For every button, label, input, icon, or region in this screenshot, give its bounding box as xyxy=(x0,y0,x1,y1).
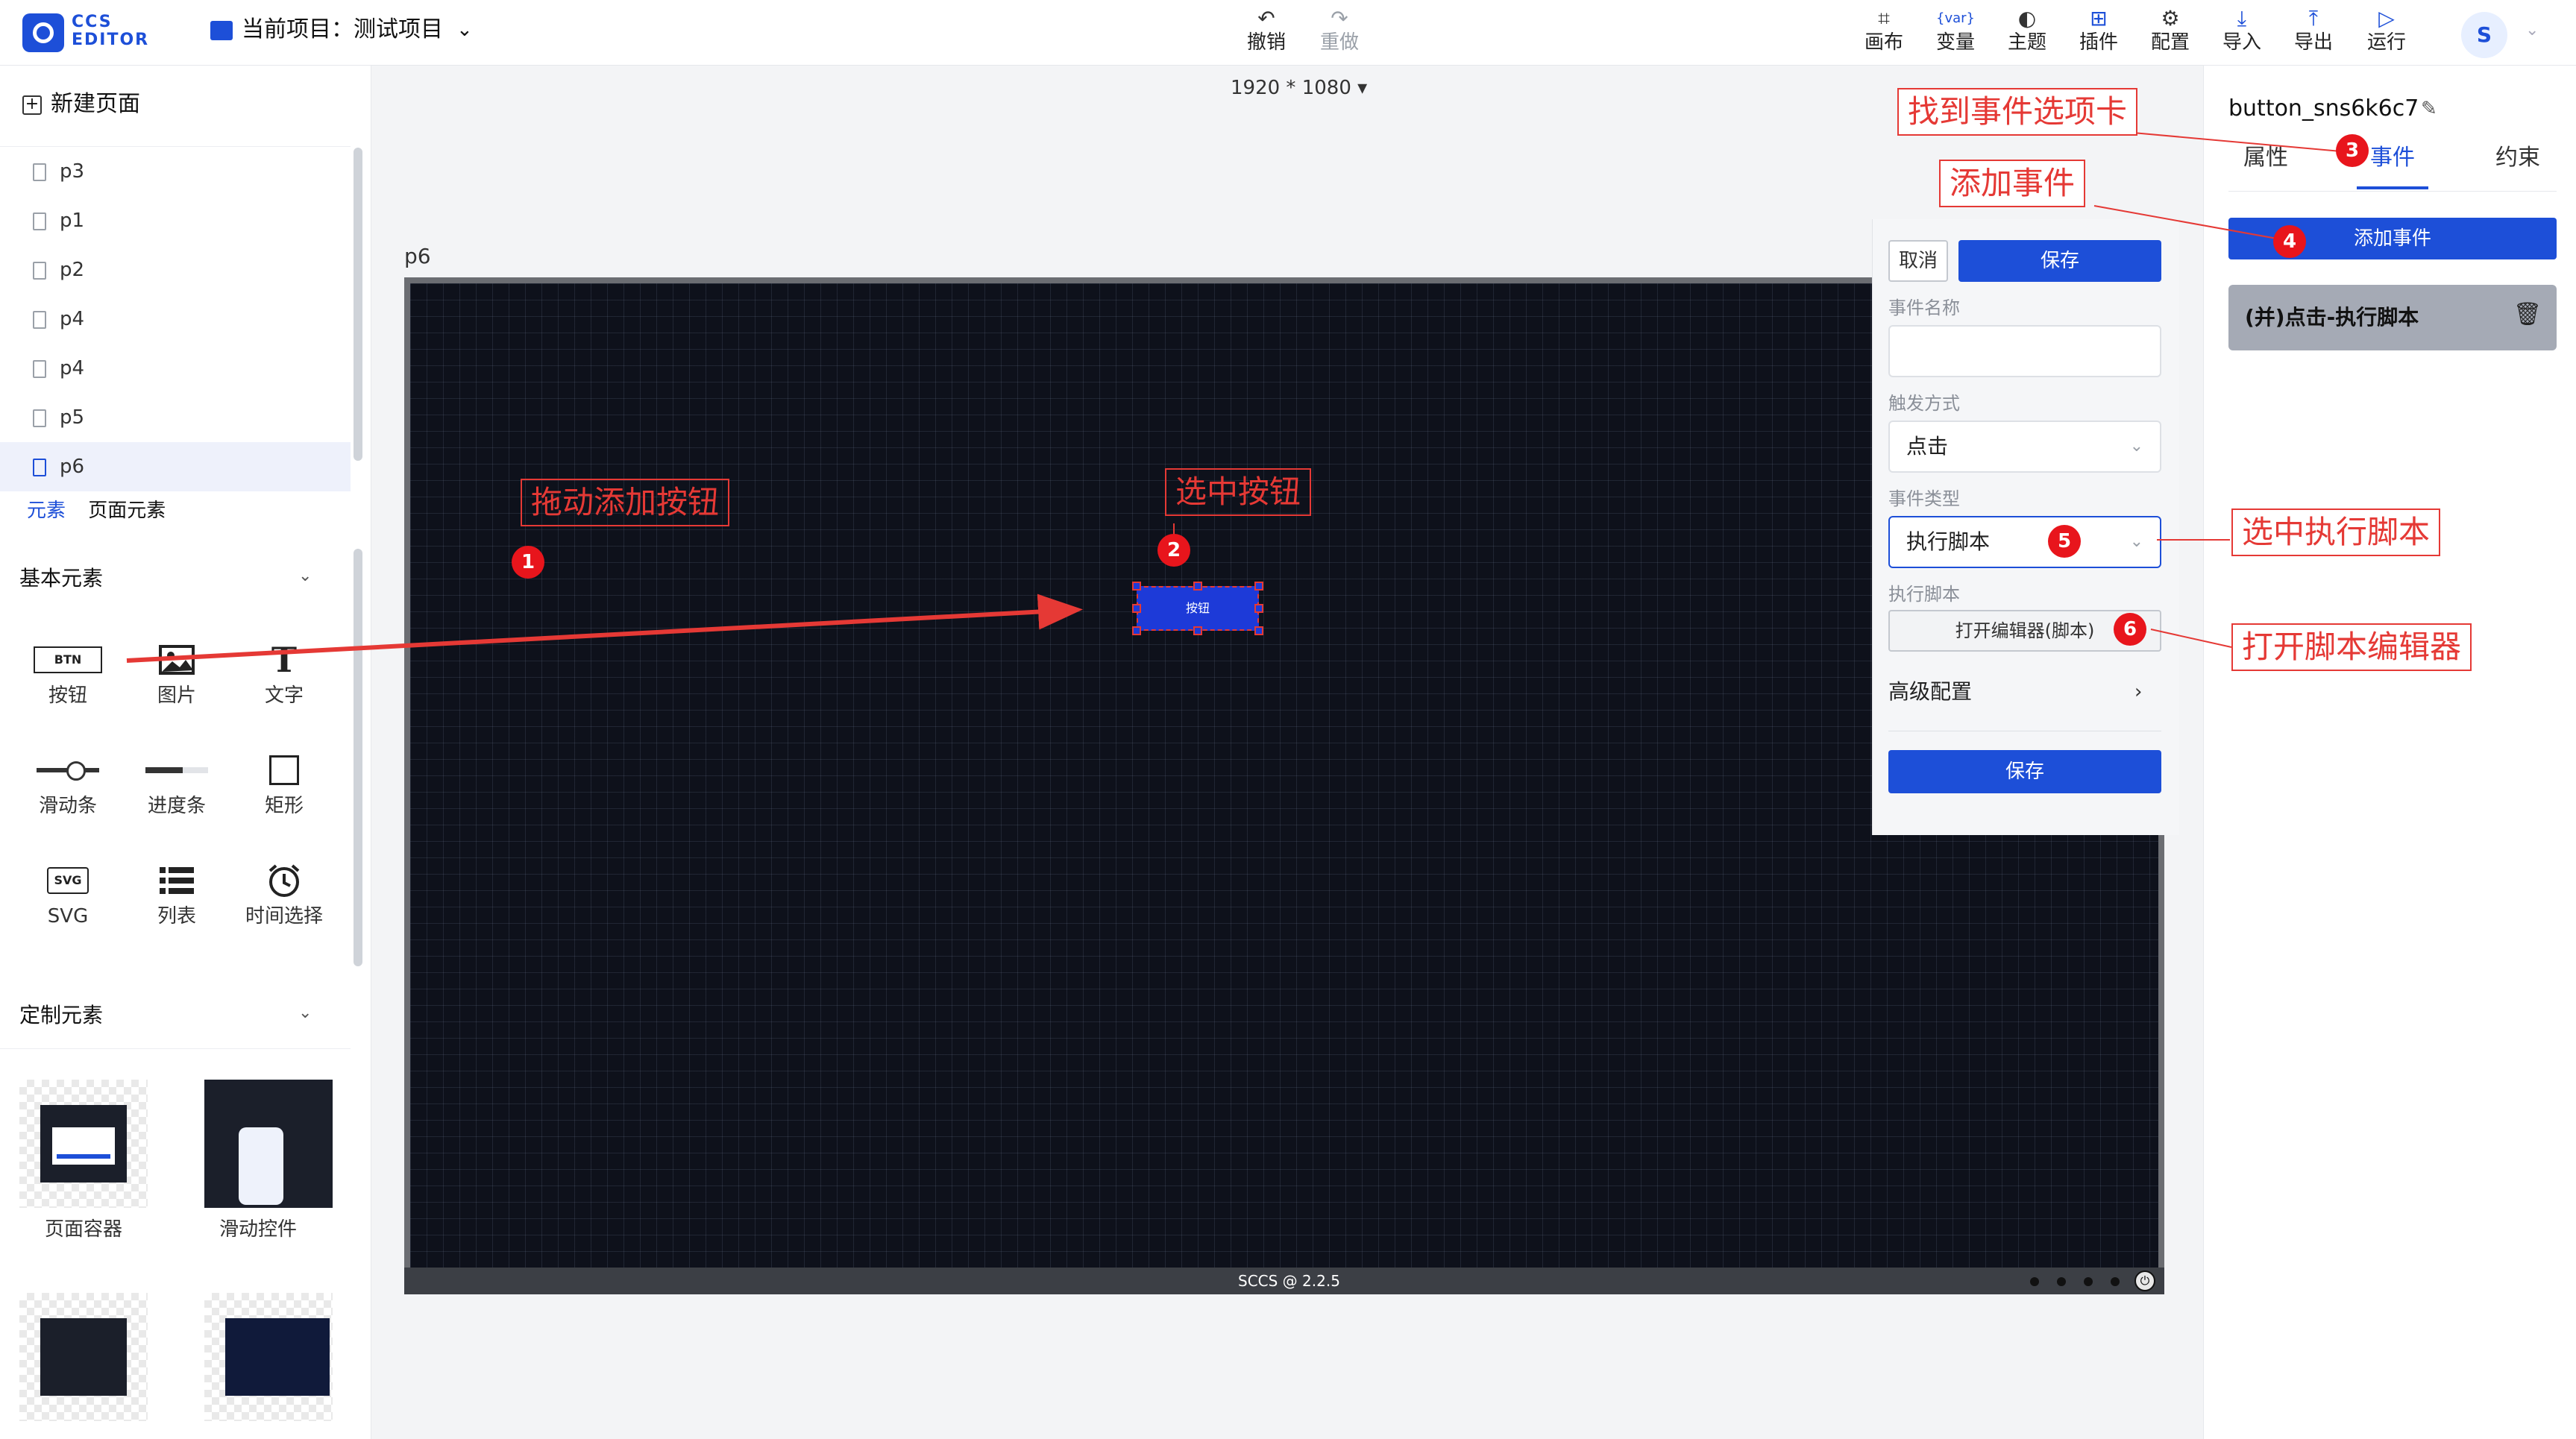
annotation-step2: 选中按钮 xyxy=(1165,468,1312,516)
step4-badge: 4 xyxy=(2273,225,2306,258)
step4-leader xyxy=(2093,205,2286,241)
annotation-step4: 添加事件 xyxy=(1939,160,2086,207)
step3-badge: 3 xyxy=(2336,134,2369,167)
annotation-step3: 找到事件选项卡 xyxy=(1897,88,2138,136)
step6-badge: 6 xyxy=(2114,613,2146,646)
annotation-step5: 选中执行脚本 xyxy=(2231,508,2441,556)
annotation-lines xyxy=(126,132,2350,663)
step6-leader xyxy=(2150,629,2232,648)
drag-arrow xyxy=(126,593,1083,663)
step2-badge: 2 xyxy=(1157,534,1190,567)
step1-badge: 1 xyxy=(512,546,544,579)
annotation-step1: 拖动添加按钮 xyxy=(521,479,730,526)
step5-badge: 5 xyxy=(2048,525,2081,558)
annotation-step6: 打开脚本编辑器 xyxy=(2231,623,2472,671)
step3-leader xyxy=(2132,132,2350,153)
